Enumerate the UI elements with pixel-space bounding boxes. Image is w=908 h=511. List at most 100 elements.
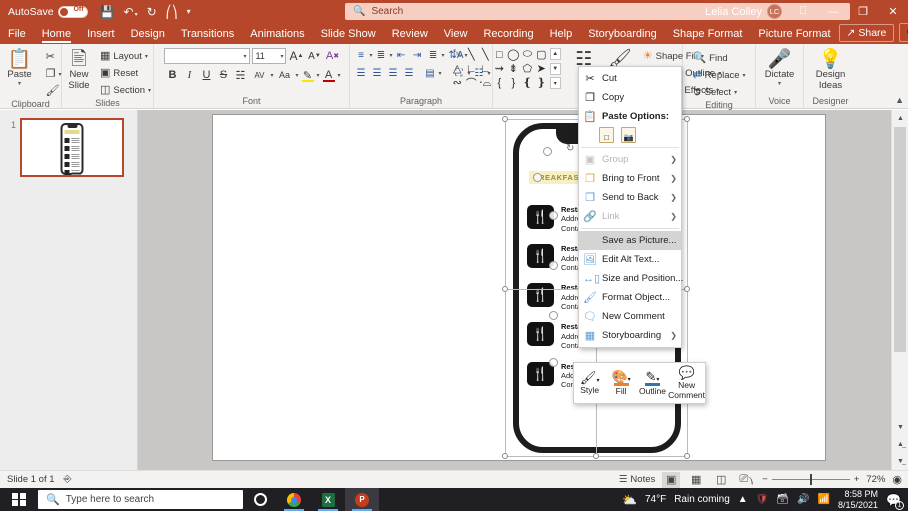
resize-handle[interactable]	[684, 116, 690, 122]
numbering-button[interactable]: ≣	[374, 48, 389, 63]
restore-button[interactable]: ❐	[848, 0, 878, 23]
layout-dropdown-icon[interactable]: ▾	[145, 53, 148, 60]
context-menu-item-new-comment[interactable]: 🗨 New Comment	[579, 307, 681, 326]
shape-arrow-right-icon[interactable]: ⇝	[495, 62, 504, 75]
mini-outline-button[interactable]: ✎▾ Outline	[637, 370, 668, 396]
zoom-track[interactable]	[771, 474, 850, 485]
strikethrough-button[interactable]: S	[215, 67, 231, 83]
zoom-knob[interactable]	[809, 474, 813, 485]
section-button[interactable]: ◫ Section ▾	[97, 82, 154, 98]
change-case-dropdown-icon[interactable]: ▾	[295, 72, 298, 79]
fit-to-window-icon[interactable]: ◉	[892, 473, 902, 486]
shape-brace-left-icon[interactable]: {	[497, 77, 501, 89]
shape-arc-icon[interactable]: ⋅⌓	[479, 76, 491, 90]
comments-button[interactable]: 💬 Comments	[899, 23, 908, 42]
italic-button[interactable]: I	[181, 67, 197, 83]
numbering-dropdown-icon[interactable]: ▾	[390, 52, 393, 59]
increase-indent-button[interactable]: ⇥	[410, 48, 425, 63]
align-right-button[interactable]: ☰	[385, 66, 400, 81]
shape-pentagon-icon[interactable]: ⬠	[523, 62, 533, 75]
resize-handle[interactable]	[502, 453, 508, 459]
shapes-gallery-scroll[interactable]: ▲ ▼ ▾	[549, 48, 561, 89]
cortana-icon[interactable]	[243, 488, 277, 511]
layout-button[interactable]: ▦ Layout ▾	[97, 48, 154, 64]
next-slide-icon[interactable]: ▼̲	[892, 453, 908, 470]
redo-icon[interactable]: ↻	[147, 5, 157, 19]
decrease-indent-button[interactable]: ⇤	[394, 48, 409, 63]
security-icon[interactable]: 🛡	[756, 494, 769, 505]
tab-home[interactable]: Home	[34, 26, 79, 44]
share-button[interactable]: ↗ Share	[838, 24, 895, 42]
context-menu-item-send-to-back[interactable]: ❐ Send to Back ❯	[579, 188, 681, 207]
replace-button[interactable]: ⇄ Replace ▾	[689, 67, 748, 83]
highlight-dropdown-icon[interactable]: ▾	[317, 72, 320, 79]
account-button[interactable]: Lelia Colley LC	[705, 4, 788, 19]
save-icon[interactable]: 💾	[100, 5, 115, 19]
replace-dropdown-icon[interactable]: ▾	[743, 72, 746, 79]
shape-oval-icon[interactable]: ◯	[507, 48, 519, 61]
font-color-dropdown-icon[interactable]: ▾	[338, 72, 341, 79]
start-presentation-icon[interactable]: ⎛⎞	[166, 5, 178, 19]
text-highlight-color-button[interactable]: ✎	[300, 67, 316, 83]
new-slide-button[interactable]: 🖹 New Slide	[61, 48, 97, 93]
resize-handle[interactable]	[684, 286, 690, 292]
context-menu-item-save-as-picture[interactable]: Save as Picture...	[579, 231, 681, 250]
notifications-button[interactable]: 💬 1	[886, 493, 904, 510]
shape-brace-right-icon[interactable]: }	[511, 77, 515, 89]
slide-thumbnail-image[interactable]	[20, 118, 124, 177]
select-dropdown-icon[interactable]: ▾	[734, 89, 737, 96]
design-ideas-button[interactable]: 💡 Design Ideas	[809, 48, 853, 93]
clear-formatting-icon[interactable]: A ✖	[324, 48, 340, 64]
character-spacing-dropdown-icon[interactable]: ▾	[270, 72, 273, 79]
autosave-toggle[interactable]: Off	[57, 5, 88, 18]
zoom-out-button[interactable]: −	[762, 474, 768, 485]
slide-edit-area[interactable]: BREAKFAST LUNCH DINNER 🍴 Restaurant Name…	[138, 110, 891, 470]
tab-design[interactable]: Design	[123, 26, 173, 44]
shape-arrow-down-icon[interactable]: ⇟	[509, 62, 518, 75]
shape-curve-icon[interactable]: ⌒	[466, 75, 477, 91]
font-name-input[interactable]: ▾	[164, 48, 251, 64]
network-icon[interactable]: 📶	[818, 494, 830, 505]
line-spacing-button[interactable]: ≣	[426, 48, 441, 63]
shape-freeform-icon[interactable]: ∾	[453, 76, 462, 89]
shape-bracket2-icon[interactable]: ❵	[537, 76, 546, 89]
paste-button[interactable]: 📋 Paste ▾	[0, 48, 43, 89]
autosave-control[interactable]: AutoSave Off	[8, 5, 88, 18]
notes-button[interactable]: ☰ Notes	[619, 474, 655, 485]
shapes-gallery[interactable]: ␛ ╲ ╲ □ ◯ ⬭ ▢ △ ∟ ∟ ⇝ ⇟ ⬠ ➤ ∾ ⌒ ⋅⌓ {} ❴…	[451, 48, 548, 91]
resize-handle[interactable]	[684, 453, 690, 459]
shape-rectangle-icon[interactable]: □	[496, 49, 503, 61]
shape-elbow-icon[interactable]: ∟	[466, 63, 477, 75]
tab-help[interactable]: Help	[542, 26, 581, 44]
columns-button[interactable]: ▤	[422, 66, 437, 81]
shape-triangle-icon[interactable]: △	[453, 62, 461, 75]
undo-icon[interactable]: ↶ ▾	[124, 5, 138, 19]
increase-font-size-button[interactable]: A ▲	[288, 48, 304, 64]
normal-view-icon[interactable]: ▣	[662, 471, 681, 488]
shape-line-icon[interactable]: ╲	[468, 48, 475, 61]
line-spacing-dropdown-icon[interactable]: ▾	[442, 52, 445, 59]
accessibility-icon[interactable]: ⎆	[64, 474, 72, 485]
font-color-button[interactable]: A	[321, 67, 337, 83]
justify-button[interactable]: ☰	[401, 66, 416, 81]
tab-picture-format[interactable]: Picture Format	[750, 26, 838, 44]
previous-slide-icon[interactable]: ▲̲	[892, 436, 908, 453]
slide-canvas[interactable]: BREAKFAST LUNCH DINNER 🍴 Restaurant Name…	[213, 115, 825, 460]
weather-description[interactable]: Rain coming	[674, 494, 730, 505]
mini-fill-button[interactable]: 🎨▾ Fill	[605, 370, 636, 396]
paste-keep-formatting-icon[interactable]: □	[599, 127, 614, 143]
close-button[interactable]: ✕	[878, 0, 908, 23]
start-button[interactable]	[0, 488, 38, 511]
font-name-dropdown-icon[interactable]: ▾	[243, 53, 246, 60]
tab-insert[interactable]: Insert	[79, 26, 123, 44]
paste-picture-icon[interactable]: 📷	[621, 127, 636, 143]
customize-qat-icon[interactable]: ▾	[187, 7, 191, 16]
find-button[interactable]: 🔍 Find	[689, 50, 748, 66]
show-hidden-icons-icon[interactable]: ▲	[738, 494, 748, 505]
shape-roundrect-icon[interactable]: ▢	[536, 48, 546, 61]
zoom-in-button[interactable]: +	[854, 474, 860, 485]
removable-media-icon[interactable]: 🗃	[776, 494, 789, 505]
tab-animations[interactable]: Animations	[242, 26, 312, 44]
shapes-gallery-more-icon[interactable]: ▾	[549, 77, 561, 89]
font-size-input[interactable]: 11 ▾	[252, 48, 287, 64]
